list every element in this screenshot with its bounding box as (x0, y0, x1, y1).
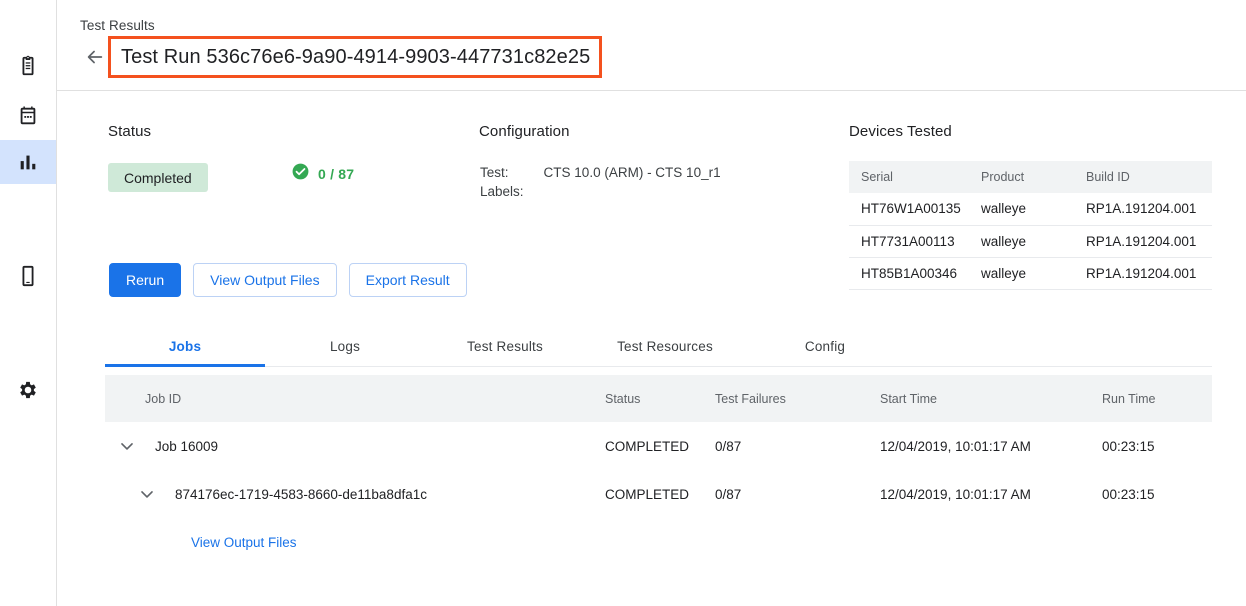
header-divider (57, 90, 1246, 91)
export-result-button[interactable]: Export Result (349, 263, 467, 297)
config-row: Test: CTS 10.0 (ARM) - CTS 10_r1 (480, 165, 721, 184)
bar-chart-icon (17, 151, 39, 173)
tab-test-resources[interactable]: Test Resources (585, 330, 745, 366)
device-product: walleye (969, 257, 1074, 289)
devices-col-serial: Serial (849, 161, 969, 193)
configuration-section-title: Configuration (479, 123, 570, 140)
jobs-cell-status (605, 518, 715, 566)
jobs-cell-start-time: 12/04/2019, 10:01:17 AM (880, 422, 1102, 470)
devices-table: Serial Product Build ID HT76W1A00135 wal… (849, 161, 1212, 290)
sidebar-item-test-results[interactable] (0, 140, 56, 184)
device-build-id: RP1A.191204.001 (1074, 193, 1212, 225)
jobs-col-run-time: Run Time (1102, 375, 1212, 422)
config-key: Test: (480, 165, 544, 184)
attempt-id-label: 874176ec-1719-4583-8660-de11ba8dfa1c (175, 487, 427, 502)
jobs-cell-test-failures (715, 518, 880, 566)
devices-col-product: Product (969, 161, 1074, 193)
jobs-col-test-failures: Test Failures (715, 375, 880, 422)
device-serial: HT7731A00113 (849, 225, 969, 257)
table-row[interactable]: HT7731A00113 walleye RP1A.191204.001 (849, 225, 1212, 257)
sidebar-item-test-suites[interactable] (0, 44, 56, 88)
table-row[interactable]: Job 16009 COMPLETED 0/87 12/04/2019, 10:… (105, 422, 1212, 470)
jobs-col-start-time: Start Time (880, 375, 1102, 422)
table-row: View Output Files (105, 518, 1212, 566)
jobs-cell-run-time: 00:23:15 (1102, 422, 1212, 470)
table-row[interactable]: 874176ec-1719-4583-8660-de11ba8dfa1c COM… (105, 470, 1212, 518)
sidebar-item-schedules[interactable] (0, 94, 56, 138)
chevron-down-icon[interactable] (137, 484, 157, 504)
sidebar-item-devices[interactable] (0, 254, 56, 298)
clipboard-icon (17, 55, 39, 77)
device-serial: HT85B1A00346 (849, 257, 969, 289)
tab-config[interactable]: Config (745, 330, 905, 366)
jobs-cell-status: COMPLETED (605, 470, 715, 518)
jobs-col-status: Status (605, 375, 715, 422)
breadcrumb[interactable]: Test Results (80, 18, 155, 33)
jobs-cell-status: COMPLETED (605, 422, 715, 470)
page-title: Test Run 536c76e6-9a90-4914-9903-447731c… (121, 46, 590, 69)
device-build-id: RP1A.191204.001 (1074, 257, 1212, 289)
action-button-row: Rerun View Output Files Export Result (109, 263, 467, 297)
jobs-cell-start-time (880, 518, 1102, 566)
rerun-button[interactable]: Rerun (109, 263, 181, 297)
jobs-col-job-id: Job ID (105, 375, 605, 422)
attempt-id-group: 874176ec-1719-4583-8660-de11ba8dfa1c (105, 484, 605, 504)
devices-header-row: Serial Product Build ID (849, 161, 1212, 193)
config-key: Labels: (480, 184, 544, 203)
jobs-cell-test-failures: 0/87 (715, 422, 880, 470)
jobs-cell-job-id: 874176ec-1719-4583-8660-de11ba8dfa1c (105, 470, 605, 518)
back-button[interactable] (84, 46, 106, 68)
gear-icon (17, 379, 39, 401)
tab-jobs[interactable]: Jobs (105, 330, 265, 366)
device-icon (17, 265, 39, 287)
device-product: walleye (969, 225, 1074, 257)
table-row[interactable]: HT76W1A00135 walleye RP1A.191204.001 (849, 193, 1212, 225)
device-build-id: RP1A.191204.001 (1074, 225, 1212, 257)
table-row[interactable]: HT85B1A00346 walleye RP1A.191204.001 (849, 257, 1212, 289)
job-id-group: Job 16009 (105, 436, 605, 456)
jobs-cell-run-time: 00:23:15 (1102, 470, 1212, 518)
device-serial: HT76W1A00135 (849, 193, 969, 225)
sidebar-item-settings[interactable] (0, 368, 56, 412)
sidebar (0, 0, 57, 606)
jobs-table: Job ID Status Test Failures Start Time R… (105, 375, 1212, 566)
test-run-details-page: Test Results Test Run 536c76e6-9a90-4914… (0, 0, 1246, 606)
attempt-view-output-files-link[interactable]: View Output Files (191, 535, 297, 550)
check-circle-icon (291, 162, 310, 186)
status-badge: Completed (108, 163, 208, 192)
config-row: Labels: (480, 184, 721, 203)
tab-active-indicator (105, 364, 265, 367)
tab-test-results[interactable]: Test Results (425, 330, 585, 366)
arrow-left-icon (84, 46, 106, 68)
page-title-highlight: Test Run 536c76e6-9a90-4914-9903-447731c… (108, 36, 602, 78)
status-section-title: Status (108, 123, 151, 140)
jobs-cell-start-time: 12/04/2019, 10:01:17 AM (880, 470, 1102, 518)
devices-section-title: Devices Tested (849, 123, 952, 140)
jobs-cell-job-id: Job 16009 (105, 422, 605, 470)
devices-col-build-id: Build ID (1074, 161, 1212, 193)
tab-bar: Jobs Logs Test Results Test Resources Co… (105, 330, 1212, 366)
chevron-down-icon[interactable] (117, 436, 137, 456)
calendar-icon (17, 105, 39, 127)
view-output-files-button[interactable]: View Output Files (193, 263, 336, 297)
job-id-label: Job 16009 (155, 439, 218, 454)
config-value (544, 184, 721, 203)
attempt-output-files-cell: View Output Files (105, 518, 605, 566)
pass-count: 0 / 87 (318, 166, 354, 182)
jobs-cell-test-failures: 0/87 (715, 470, 880, 518)
jobs-header-row: Job ID Status Test Failures Start Time R… (105, 375, 1212, 422)
tab-logs[interactable]: Logs (265, 330, 425, 366)
pass-summary: 0 / 87 (291, 162, 354, 186)
tab-bar-underline (105, 366, 1212, 367)
configuration-table: Test: CTS 10.0 (ARM) - CTS 10_r1 Labels: (480, 165, 721, 203)
jobs-cell-run-time (1102, 518, 1212, 566)
config-value: CTS 10.0 (ARM) - CTS 10_r1 (544, 165, 721, 184)
device-product: walleye (969, 193, 1074, 225)
